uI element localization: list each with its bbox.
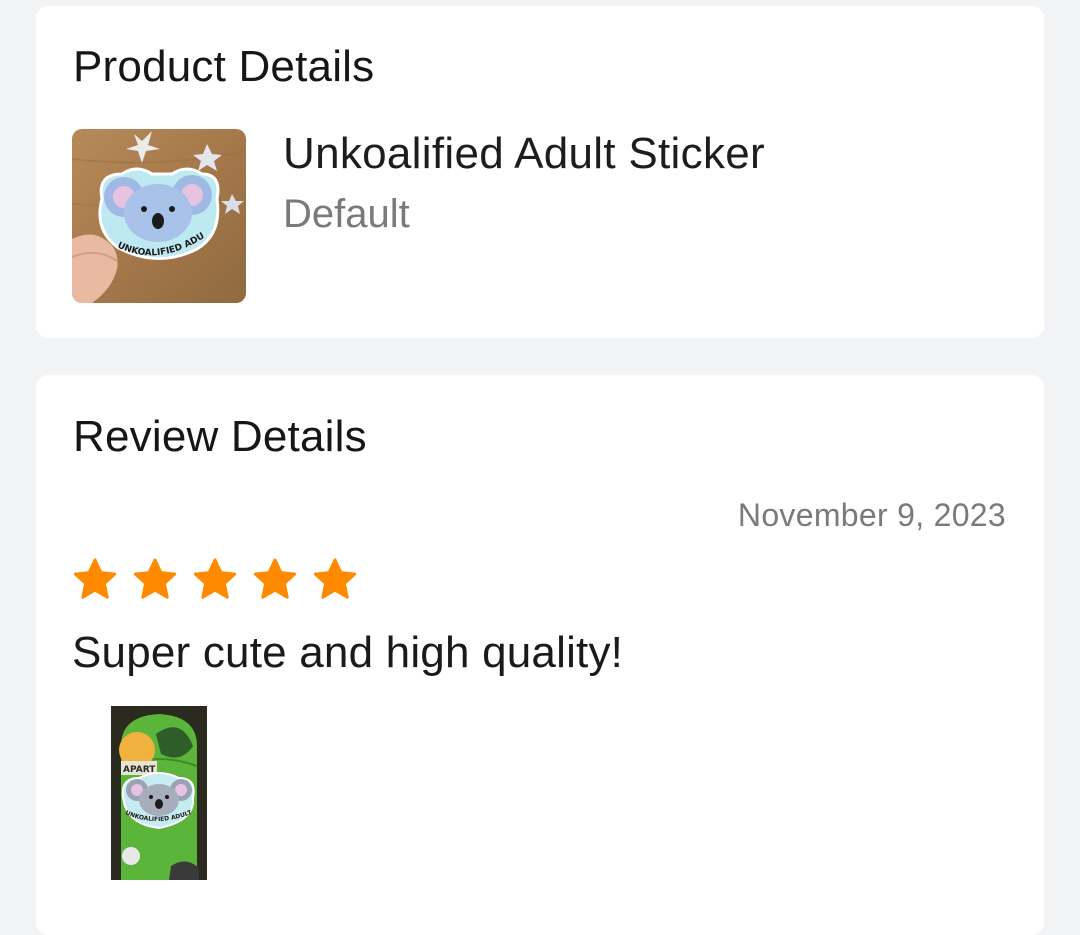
review-date: November 9, 2023 <box>737 497 1006 533</box>
review-details-card: Review Details November 9, 2023 Super cu… <box>36 375 1044 935</box>
product-thumbnail[interactable]: UNKOALIFIED ADULT <box>72 129 246 303</box>
product-name[interactable]: Unkoalified Adult Sticker <box>283 129 765 179</box>
product-details-title: Product Details <box>73 42 375 91</box>
product-details-card: Product Details UNKOALIFIED ADU Unkoalif… <box>36 6 1044 338</box>
star-icon <box>133 558 177 599</box>
star-icon <box>193 558 237 599</box>
review-text: Super cute and high quality! <box>72 628 624 677</box>
review-photo-image: APART UNKOALIFIED ADULT <box>111 706 207 880</box>
review-details-title: Review Details <box>73 412 367 461</box>
star-icon <box>73 558 117 599</box>
star-rating <box>72 557 358 603</box>
star-icon <box>313 558 357 599</box>
koala-sticker-image: UNKOALIFIED ADULT <box>72 129 246 303</box>
product-variant: Default <box>283 192 410 236</box>
star-icon <box>253 558 297 599</box>
review-photo[interactable]: APART UNKOALIFIED ADULT <box>111 706 207 880</box>
